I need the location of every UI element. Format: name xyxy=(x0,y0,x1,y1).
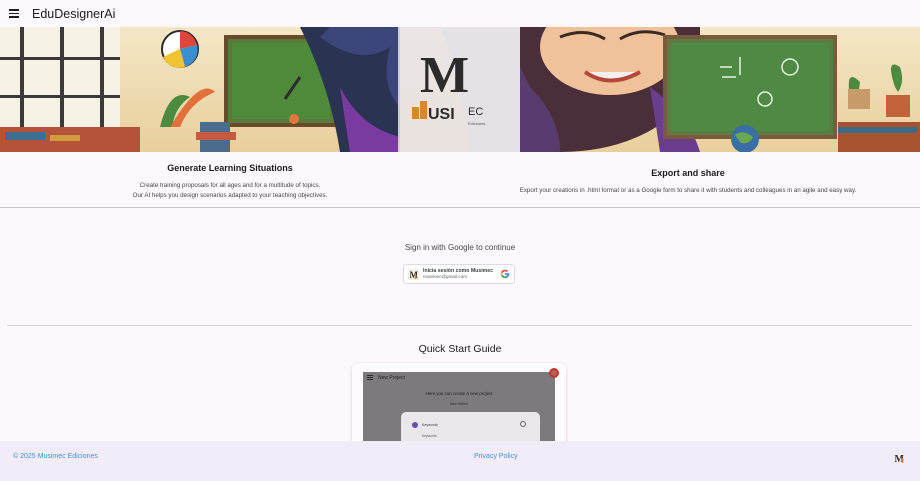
guide-shot-subheading: New Reflexl xyxy=(449,402,469,406)
svg-text:USI: USI xyxy=(428,106,455,123)
feature-title: Generate Learning Situations xyxy=(167,163,293,173)
info-icon xyxy=(520,421,526,427)
features-section: Generate Learning Situations Create trai… xyxy=(0,152,920,208)
guide-title: Quick Start Guide xyxy=(418,343,502,355)
privacy-policy-link[interactable]: Privacy Policy xyxy=(474,453,518,460)
feature-desc-line: Our AI helps you design scenarios adapte… xyxy=(132,192,328,199)
musimec-logo-icon: M xyxy=(895,454,905,464)
footer: © 2025 Musimec Ediciones Privacy Policy … xyxy=(0,441,920,481)
feature-title: Export and share xyxy=(651,168,725,178)
feature-generate: Generate Learning Situations Create trai… xyxy=(95,163,365,201)
svg-text:M: M xyxy=(410,270,419,280)
guide-shot-item: Keywords xyxy=(422,423,438,427)
menu-icon xyxy=(367,375,373,380)
guide-shot-title: New Project xyxy=(378,374,405,381)
top-app-bar: EduDesignerAi xyxy=(0,0,920,27)
feature-export: Export and share Export your creations i… xyxy=(470,168,906,196)
radio-icon xyxy=(412,422,418,428)
signin-prompt: Sign in with Google to continue xyxy=(404,243,516,252)
hero-banner: M USI EC Ediciones xyxy=(0,27,920,152)
svg-text:EC: EC xyxy=(468,106,483,118)
google-signin-button[interactable]: M Inicia sesión como Musimec musimec@gma… xyxy=(403,264,515,284)
app-title: EduDesignerAi xyxy=(32,6,116,21)
svg-text:Ediciones: Ediciones xyxy=(468,121,485,126)
close-icon xyxy=(549,368,559,378)
signin-section: Sign in with Google to continue M Inicia… xyxy=(0,208,920,325)
svg-text:M: M xyxy=(420,47,469,104)
guide-shot-item: Keywords xyxy=(422,434,437,438)
google-g-icon xyxy=(500,269,510,279)
feature-desc-line: Export your creations in .html format or… xyxy=(519,187,857,194)
musimec-logo-icon: M xyxy=(408,268,419,280)
guide-card[interactable]: New Project Here you can create a new pr… xyxy=(352,363,566,453)
google-account-email: musimec@gmail.com xyxy=(423,274,467,279)
menu-icon[interactable] xyxy=(3,3,25,25)
guide-shot-heading: Here you can create a new project xyxy=(425,391,493,396)
feature-desc-line: Create training proposals for all ages a… xyxy=(139,182,321,189)
copyright-text: © 2025 Musimec Ediciones xyxy=(13,453,98,460)
divider xyxy=(7,325,912,326)
